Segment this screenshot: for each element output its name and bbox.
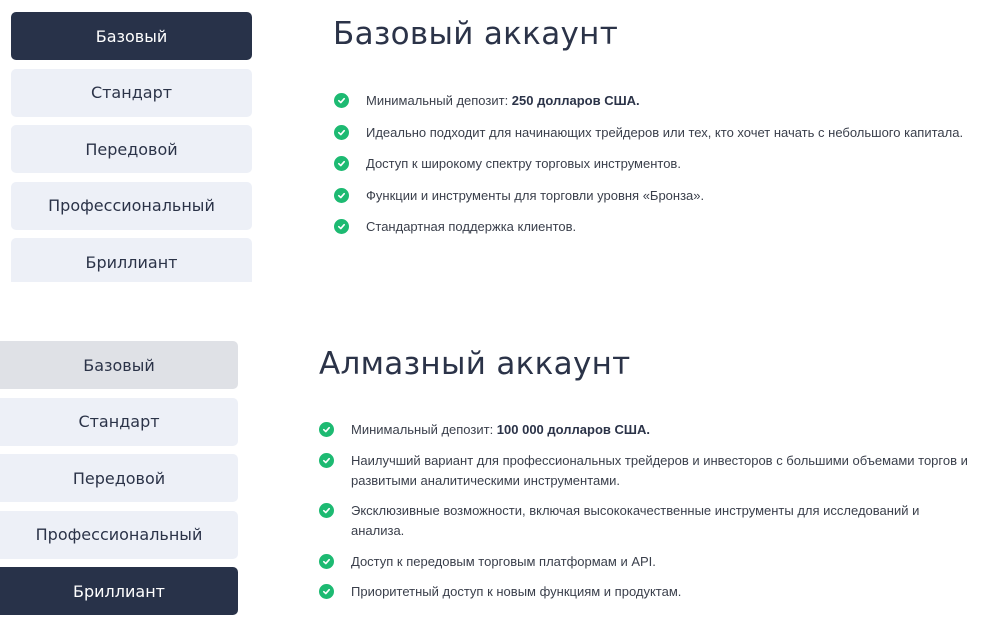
feature-item: Доступ к широкому спектру торговых инстр… (334, 154, 974, 174)
tab-basic[interactable]: Базовый (0, 341, 238, 389)
check-circle-icon (334, 187, 349, 203)
feature-item: Идеально подходит для начинающих трейдер… (334, 123, 974, 143)
tab-diamond[interactable]: Бриллиант (0, 567, 238, 615)
tab-advanced[interactable]: Передовой (11, 125, 252, 173)
feature-text: Эксклюзивные возможности, включая высоко… (351, 503, 920, 538)
check-circle-icon (319, 553, 334, 569)
feature-list: Минимальный депозит: 100 000 долларов СШ… (319, 420, 969, 613)
feature-text: Приоритетный доступ к новым функциям и п… (351, 584, 682, 599)
tab-basic[interactable]: Базовый (11, 12, 252, 60)
account-tabs: Базовый Стандарт Передовой Профессиональ… (0, 341, 238, 617)
feature-item: Минимальный депозит: 250 долларов США. (334, 91, 974, 111)
feature-item: Приоритетный доступ к новым функциям и п… (319, 582, 969, 602)
feature-item: Эксклюзивные возможности, включая высоко… (319, 501, 969, 541)
account-tabs: Базовый Стандарт Передовой Профессиональ… (11, 12, 252, 282)
check-circle-icon (334, 93, 349, 108)
check-circle-icon (334, 124, 349, 140)
feature-list: Минимальный депозит: 250 долларов США. И… (334, 91, 974, 249)
tab-advanced[interactable]: Передовой (0, 454, 238, 502)
feature-item: Минимальный депозит: 100 000 долларов СШ… (319, 420, 969, 440)
feature-item: Стандартная поддержка клиентов. (334, 217, 974, 237)
check-circle-icon (334, 156, 349, 171)
account-title: Базовый аккаунт (333, 16, 619, 52)
feature-text: Доступ к широкому спектру торговых инстр… (366, 156, 681, 171)
account-panel-basic: Базовый Стандарт Передовой Профессиональ… (0, 0, 982, 300)
feature-text: Идеально подходит для начинающих трейдер… (366, 124, 964, 140)
check-circle-icon (319, 503, 334, 518)
deposit-amount: 100 000 долларов США. (496, 422, 650, 437)
feature-item: Наилучший вариант для профессиональных т… (319, 451, 969, 491)
account-panel-diamond: Базовый Стандарт Передовой Профессиональ… (0, 330, 982, 617)
tab-professional[interactable]: Профессиональный (0, 510, 238, 559)
feature-text: Доступ к передовым торговым платформам и… (351, 553, 656, 569)
check-circle-icon (319, 584, 334, 599)
feature-text: Минимальный депозит: 250 долларов США. (366, 93, 640, 108)
tab-professional[interactable]: Профессиональный (11, 181, 252, 230)
feature-item: Функции и инструменты для торговли уровн… (334, 186, 974, 206)
check-circle-icon (319, 452, 334, 468)
tab-standard[interactable]: Стандарт (0, 397, 238, 446)
tab-diamond[interactable]: Бриллиант (11, 238, 252, 282)
feature-text: Функции и инструменты для торговли уровн… (366, 187, 705, 203)
account-title: Алмазный аккаунт (319, 346, 631, 382)
feature-text: Наилучший вариант для профессиональных т… (351, 452, 968, 488)
check-circle-icon (319, 422, 334, 437)
tab-standard[interactable]: Стандарт (11, 68, 252, 117)
check-circle-icon (334, 219, 349, 234)
feature-text: Стандартная поддержка клиентов. (366, 219, 577, 234)
deposit-amount: 250 долларов США. (511, 93, 640, 108)
feature-item: Доступ к передовым торговым платформам и… (319, 552, 969, 572)
feature-text: Минимальный депозит: 100 000 долларов СШ… (351, 422, 650, 437)
